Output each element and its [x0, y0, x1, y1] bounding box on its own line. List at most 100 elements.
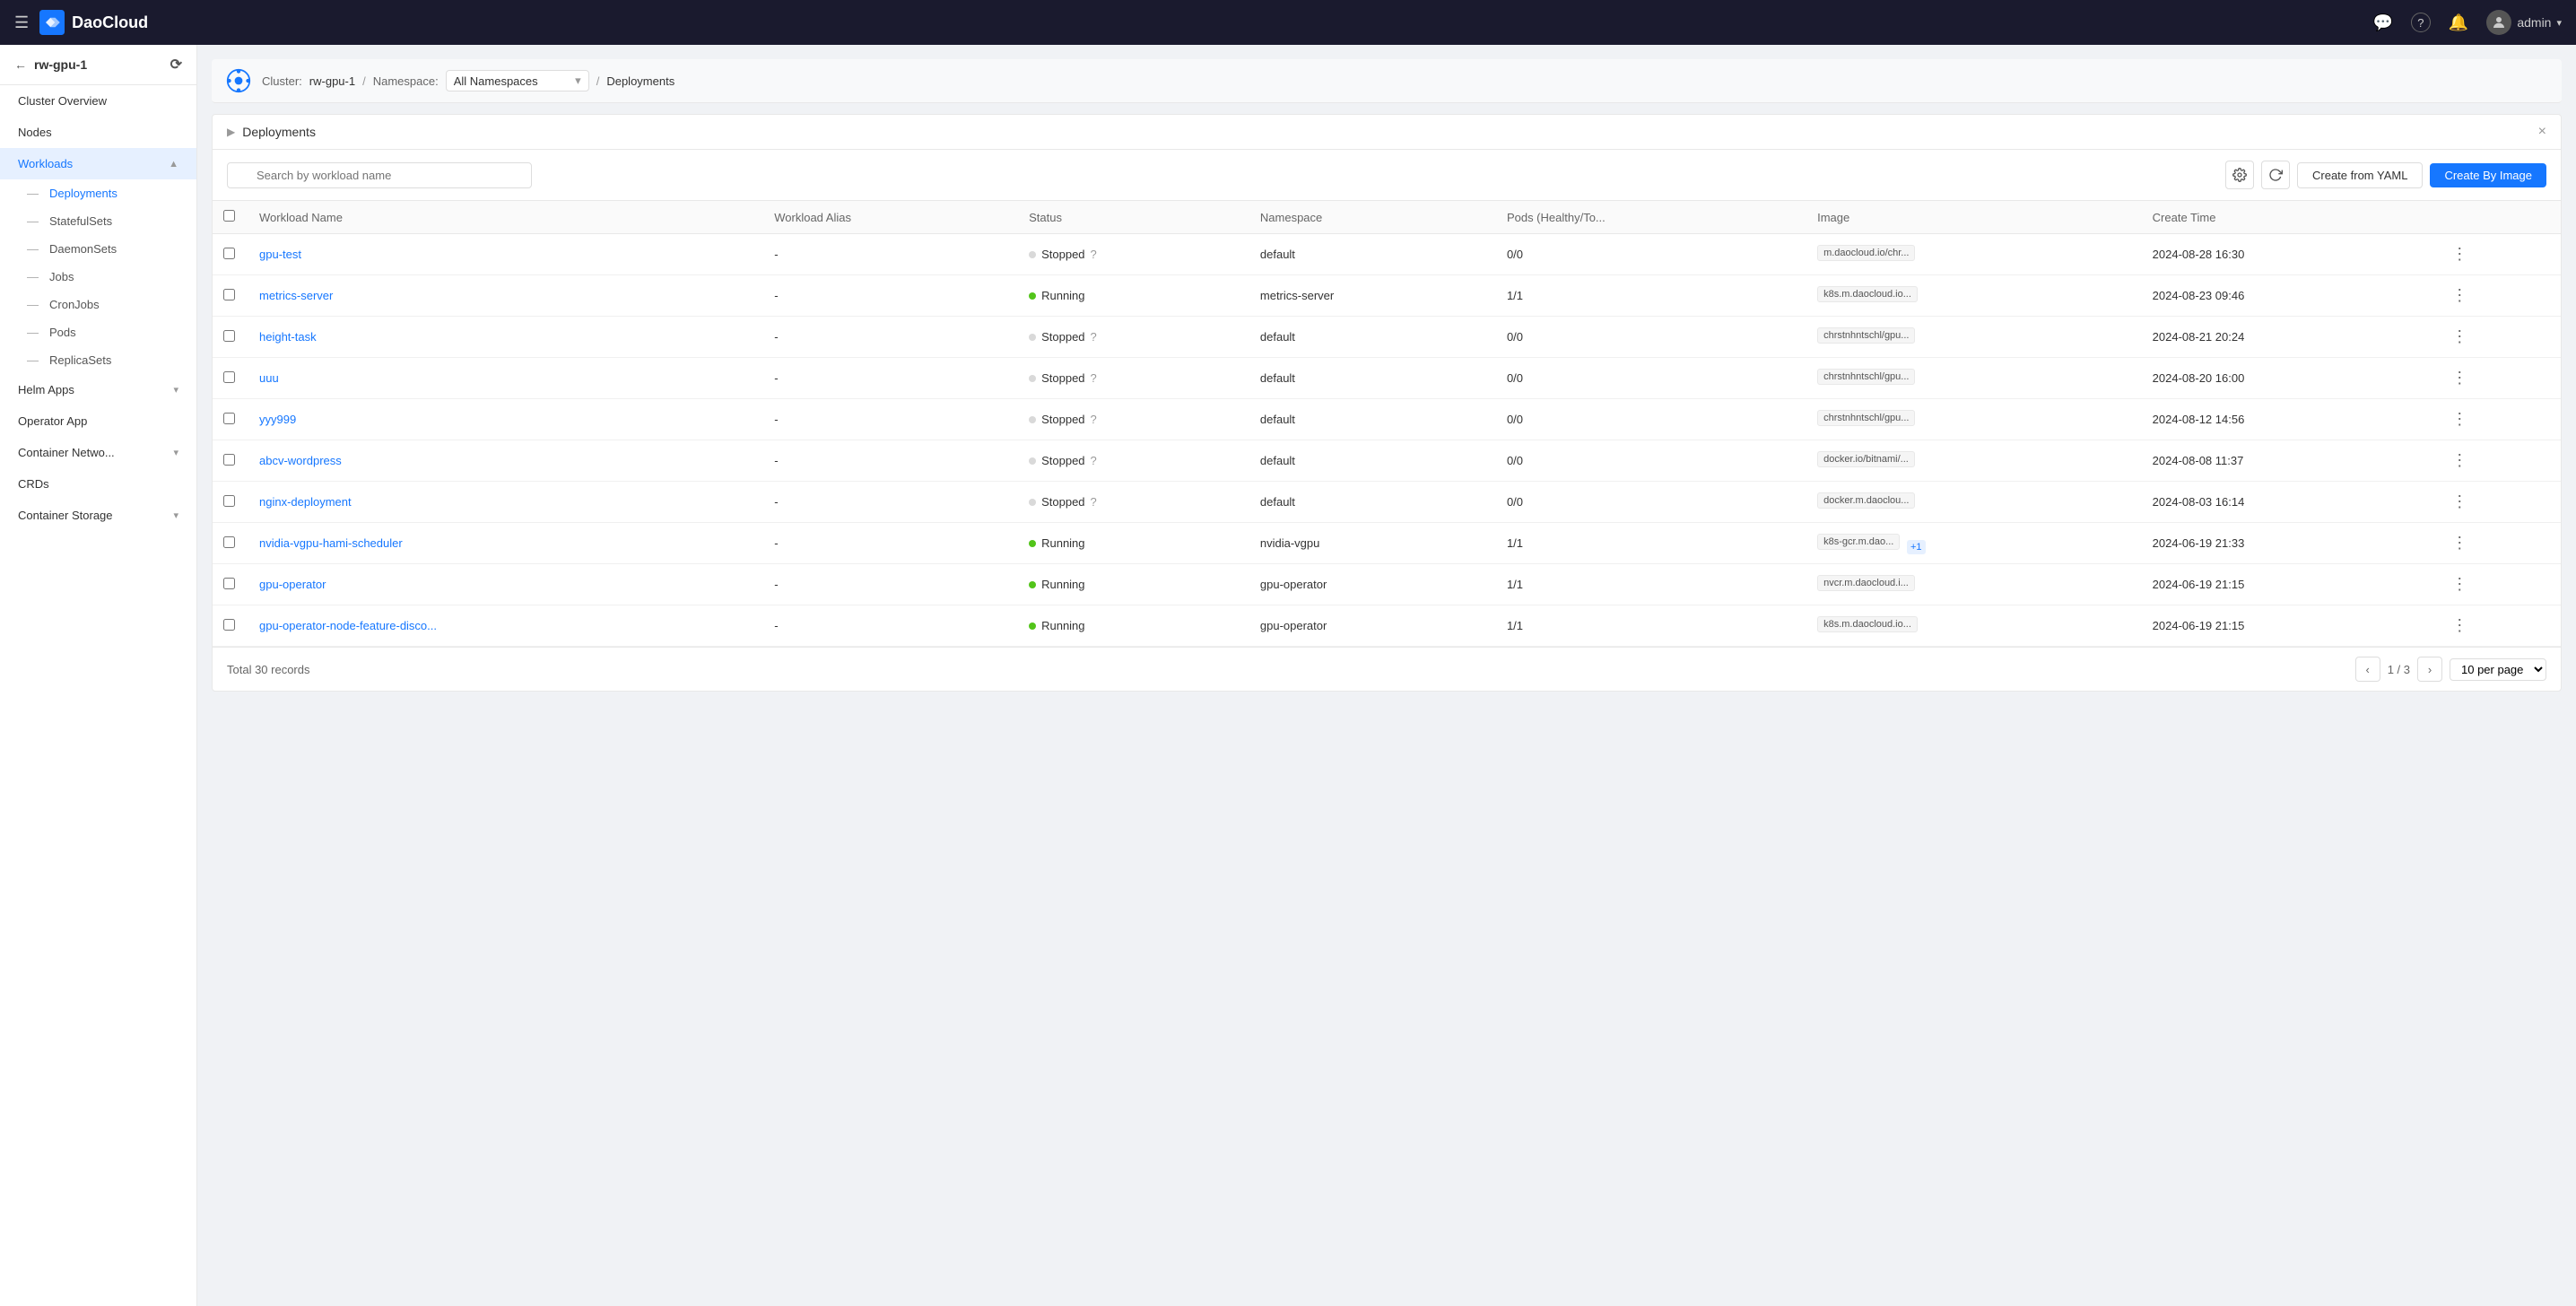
workload-name[interactable]: nvidia-vgpu-hami-scheduler [259, 536, 403, 550]
namespace: gpu-operator [1249, 564, 1496, 605]
image-cell: chrstnhntschl/gpu... [1806, 358, 2142, 399]
sidebar-sub-item-daemonsets[interactable]: — DaemonSets [0, 235, 196, 263]
sidebar-item-workloads[interactable]: Workloads ▲ [0, 148, 196, 179]
row-checkbox[interactable] [223, 495, 235, 507]
table-row: gpu-operator-node-feature-disco... - Run… [213, 605, 2561, 647]
create-time: 2024-08-23 09:46 [2142, 275, 2436, 317]
help-icon[interactable]: ? [1091, 330, 1097, 344]
status-text: Running [1041, 536, 1084, 550]
workload-name[interactable]: uuu [259, 371, 279, 385]
row-checkbox[interactable] [223, 248, 235, 259]
row-action-button[interactable]: ⋮ [2446, 243, 2473, 266]
sidebar-sub-item-cronjobs[interactable]: — CronJobs [0, 291, 196, 318]
bell-icon[interactable]: 🔔 [2449, 13, 2468, 32]
row-checkbox[interactable] [223, 619, 235, 631]
workload-name[interactable]: gpu-operator-node-feature-disco... [259, 619, 437, 632]
search-input[interactable] [227, 162, 532, 188]
namespace-label: Namespace: [373, 74, 439, 88]
row-checkbox[interactable] [223, 371, 235, 383]
col-pods: Pods (Healthy/To... [1496, 201, 1806, 234]
chevron-down-icon: ▾ [173, 509, 178, 521]
image-badge: docker.io/bitnami/... [1817, 451, 1915, 467]
chevron-down-icon: ▾ [575, 74, 581, 88]
chat-icon[interactable]: 💬 [2372, 13, 2392, 32]
menu-icon[interactable]: ☰ [14, 13, 29, 32]
refresh-icon-button[interactable] [2261, 161, 2290, 189]
row-checkbox[interactable] [223, 330, 235, 342]
sidebar-item-crds[interactable]: CRDs [0, 468, 196, 500]
select-all-checkbox[interactable] [223, 210, 235, 222]
help-icon[interactable]: ? [1091, 248, 1097, 261]
cluster-name: rw-gpu-1 [34, 57, 87, 72]
col-namespace: Namespace [1249, 201, 1496, 234]
sidebar-sub-item-deployments[interactable]: — Deployments [0, 179, 196, 207]
help-icon[interactable]: ? [1091, 413, 1097, 426]
sidebar-sub-item-statefulsets[interactable]: — StatefulSets [0, 207, 196, 235]
row-action-button[interactable]: ⋮ [2446, 449, 2473, 472]
user-name: admin [2517, 15, 2551, 30]
row-checkbox[interactable] [223, 413, 235, 424]
row-action-button[interactable]: ⋮ [2446, 532, 2473, 554]
settings-icon-button[interactable] [2225, 161, 2254, 189]
row-checkbox[interactable] [223, 454, 235, 466]
back-icon[interactable]: ← [14, 57, 27, 72]
namespace-select[interactable]: All Namespaces ▾ [446, 70, 589, 91]
panel-header[interactable]: ▶ Deployments × [213, 115, 2561, 150]
col-actions [2435, 201, 2561, 234]
pagination: ‹ 1 / 3 › 10 per page 20 per page 50 per… [2355, 657, 2546, 682]
help-icon[interactable]: ? [2411, 13, 2431, 32]
prev-page-button[interactable]: ‹ [2355, 657, 2380, 682]
sidebar-sub-item-jobs[interactable]: — Jobs [0, 263, 196, 291]
sidebar-item-operator-app[interactable]: Operator App [0, 405, 196, 437]
help-icon[interactable]: ? [1091, 371, 1097, 385]
sidebar-sub-item-pods[interactable]: — Pods [0, 318, 196, 346]
create-yaml-button[interactable]: Create from YAML [2297, 162, 2423, 188]
workload-name[interactable]: height-task [259, 330, 317, 344]
workload-name[interactable]: metrics-server [259, 289, 333, 302]
sidebar-item-cluster-overview[interactable]: Cluster Overview [0, 85, 196, 117]
user-menu[interactable]: admin ▾ [2486, 10, 2562, 35]
sidebar-item-nodes[interactable]: Nodes [0, 117, 196, 148]
workload-alias: - [763, 317, 1018, 358]
pods: 0/0 [1496, 234, 1806, 275]
sidebar-cluster-header: ← rw-gpu-1 ⟳ [0, 45, 196, 85]
row-checkbox[interactable] [223, 289, 235, 300]
help-icon[interactable]: ? [1091, 495, 1097, 509]
top-navigation: ☰ DaoCloud 💬 ? 🔔 admin ▾ [0, 0, 2576, 45]
row-action-button[interactable]: ⋮ [2446, 284, 2473, 307]
help-icon[interactable]: ? [1091, 454, 1097, 467]
per-page-select[interactable]: 10 per page 20 per page 50 per page [2450, 658, 2546, 681]
status-dot [1029, 540, 1036, 547]
row-action-button[interactable]: ⋮ [2446, 614, 2473, 637]
workload-alias: - [763, 399, 1018, 440]
workload-name[interactable]: gpu-operator [259, 578, 326, 591]
workload-name[interactable]: gpu-test [259, 248, 301, 261]
row-action-button[interactable]: ⋮ [2446, 367, 2473, 389]
row-checkbox[interactable] [223, 536, 235, 548]
sidebar-item-container-network[interactable]: Container Netwo... ▾ [0, 437, 196, 468]
status-dot [1029, 457, 1036, 465]
workload-name[interactable]: nginx-deployment [259, 495, 352, 509]
workload-name[interactable]: abcv-wordpress [259, 454, 342, 467]
sidebar-item-container-storage[interactable]: Container Storage ▾ [0, 500, 196, 531]
chevron-down-icon: ▾ [173, 447, 178, 458]
workload-alias: - [763, 358, 1018, 399]
row-action-button[interactable]: ⋮ [2446, 326, 2473, 348]
next-page-button[interactable]: › [2417, 657, 2442, 682]
row-checkbox[interactable] [223, 578, 235, 589]
table-footer: Total 30 records ‹ 1 / 3 › 10 per page 2… [213, 647, 2561, 691]
namespace: default [1249, 482, 1496, 523]
row-action-button[interactable]: ⋮ [2446, 573, 2473, 596]
row-action-button[interactable]: ⋮ [2446, 408, 2473, 431]
sidebar-item-helm-apps[interactable]: Helm Apps ▾ [0, 374, 196, 405]
row-action-button[interactable]: ⋮ [2446, 491, 2473, 513]
close-icon[interactable]: × [2538, 124, 2546, 140]
sidebar-sub-item-replicasets[interactable]: — ReplicaSets [0, 346, 196, 374]
namespace: metrics-server [1249, 275, 1496, 317]
create-image-button[interactable]: Create By Image [2430, 163, 2546, 187]
status-dot [1029, 334, 1036, 341]
workload-name[interactable]: yyy999 [259, 413, 296, 426]
image-cell: k8s.m.daocloud.io... [1806, 605, 2142, 647]
refresh-icon[interactable]: ⟳ [170, 56, 182, 74]
status-text: Stopped [1041, 413, 1084, 426]
